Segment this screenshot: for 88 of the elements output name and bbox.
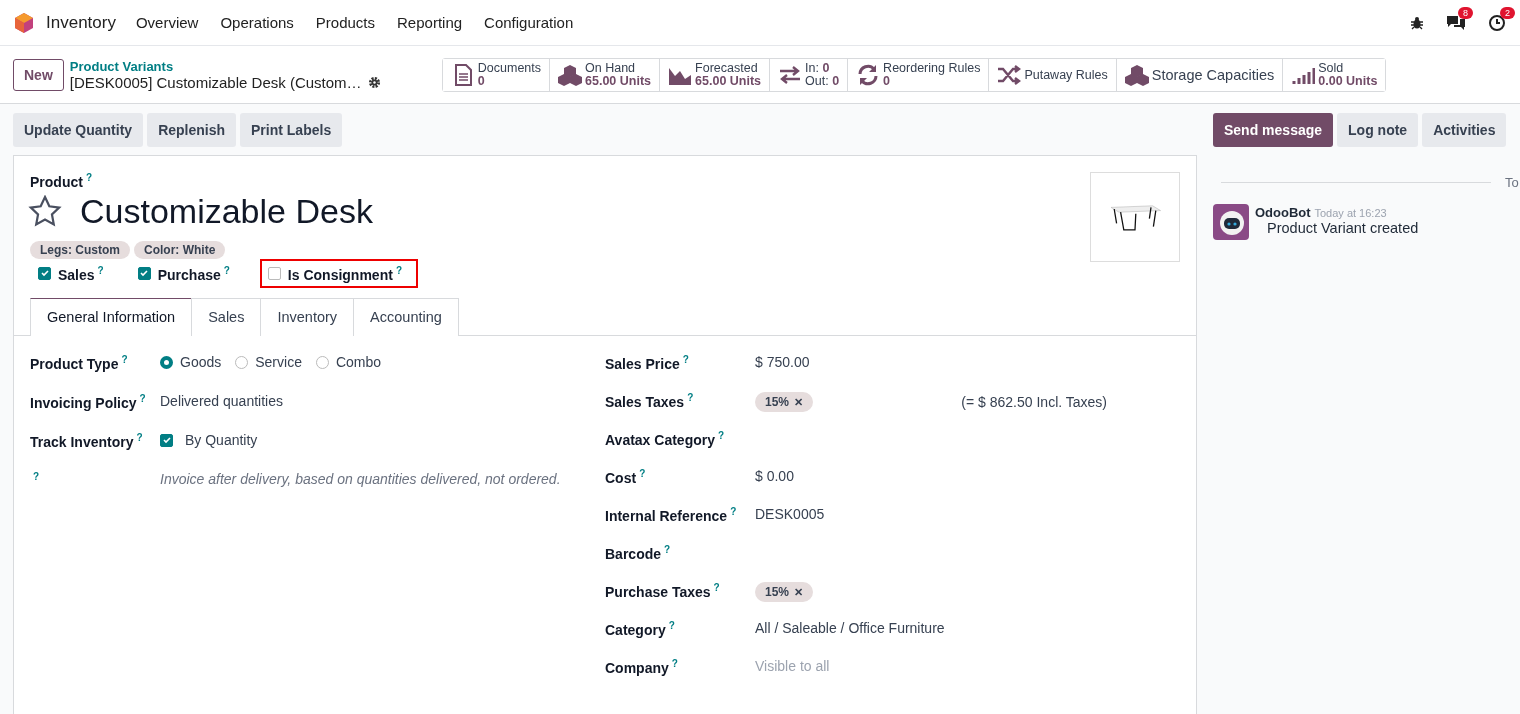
radio-option[interactable]: Combo: [315, 354, 382, 371]
field-value: Delivered quantities: [160, 393, 283, 410]
field-value: $ 750.00: [755, 354, 810, 371]
star-icon[interactable]: [28, 195, 62, 228]
stat-value: 0.00 Units: [1318, 74, 1378, 88]
menu-item[interactable]: Products: [315, 14, 376, 31]
attribute-tag: Legs: Custom: [30, 240, 130, 259]
field-value: All / Saleable / Office Furniture: [755, 620, 945, 637]
field-label: Cost $^{?}$: [605, 468, 647, 486]
checkbox[interactable]: [160, 433, 173, 447]
boxes-icon: [1124, 63, 1149, 86]
radio-option[interactable]: Service: [235, 354, 302, 371]
stat-value: 0: [883, 74, 891, 88]
stat-label: Out: 0: [805, 74, 840, 88]
app-name[interactable]: Inventory: [46, 12, 116, 33]
checkbox[interactable]: [267, 267, 281, 280]
field-label: Company $^{?}$: [605, 658, 679, 676]
stat-label: Documents: [477, 61, 542, 75]
stat-label: Forecasted: [695, 61, 759, 75]
message-author: OdooBot: [1255, 205, 1311, 220]
menu-item[interactable]: Reporting: [397, 14, 463, 31]
notification-badge: 2: [1500, 6, 1515, 19]
product-title: Customizable Desk: [80, 191, 373, 231]
clock-icon[interactable]: [1488, 13, 1506, 32]
field-label: Product $^{?}$: [30, 173, 92, 190]
action-button[interactable]: Print Labels: [240, 113, 343, 147]
field-label: Category $^{?}$: [605, 620, 676, 638]
field-label: Invoicing Policy $^{?}$: [30, 393, 147, 411]
stat-label: Reordering Rules: [883, 61, 981, 75]
robot-avatar-icon: [1213, 204, 1249, 240]
checkbox[interactable]: [137, 267, 151, 280]
new-button[interactable]: New: [13, 58, 64, 91]
field-label: Purchase Taxes $^{?}$: [605, 582, 721, 600]
form-tab[interactable]: Sales: [191, 298, 262, 337]
record-title: [DESK0005] Customizable Desk (Custom…: [69, 74, 362, 91]
menu-item[interactable]: Operations: [220, 14, 294, 31]
message-body: Product Variant created: [1267, 220, 1419, 236]
field-label: Track Inventory $^{?}$: [30, 432, 144, 450]
tax-tag: 15% ✕: [755, 392, 814, 413]
tax-note: (= $ 862.50 Incl. Taxes): [961, 394, 1108, 411]
checkbox-label: Is Consignment $^{?}$: [287, 264, 402, 283]
tax-tag: 15% ✕: [755, 582, 814, 603]
menu-item[interactable]: Overview: [135, 14, 199, 31]
help-mark[interactable]: ?: [33, 471, 40, 483]
checkbox-label: By Quantity: [185, 432, 258, 449]
help-text: Invoice after delivery, based on quantities delivered, not ordered.: [160, 471, 561, 488]
field-label: Product Type $^{?}$: [30, 354, 129, 372]
stat-value: 65.00 Units: [695, 74, 762, 88]
stat-value: 0: [477, 74, 486, 88]
field-label: Barcode $^{?}$: [605, 544, 672, 562]
checkbox-label: Purchase $^{?}$: [157, 264, 230, 283]
field-label: Avatax Category $^{?}$: [605, 430, 726, 448]
field-value: DESK0005: [755, 506, 825, 523]
radio-option[interactable]: Goods: [160, 354, 222, 371]
checkbox[interactable]: [38, 267, 51, 280]
chatter-button[interactable]: Log note: [1337, 113, 1419, 147]
field-label: Internal Reference $^{?}$: [605, 506, 738, 524]
action-button[interactable]: Update Quantity: [13, 113, 144, 147]
chatter-button[interactable]: Activities: [1422, 113, 1507, 147]
smart-button[interactable]: Documents 0: [442, 58, 551, 91]
field-value: $ 0.00: [755, 468, 794, 485]
form-tab[interactable]: Accounting: [353, 298, 459, 337]
form-tab[interactable]: Inventory: [260, 298, 355, 337]
action-button[interactable]: Replenish: [147, 113, 237, 147]
company-field[interactable]: Visible to all: [755, 658, 955, 675]
stat-label: On Hand: [585, 61, 637, 75]
remove-icon[interactable]: ✕: [794, 396, 804, 409]
form-tab[interactable]: General Information: [30, 298, 193, 337]
arrows-icon: [778, 63, 803, 86]
attribute-tag: Color: White: [134, 240, 226, 259]
bug-icon[interactable]: [1410, 15, 1424, 30]
checkbox-label: Sales $^{?}$: [58, 264, 104, 283]
message-time: Today at 16:23: [1314, 207, 1387, 219]
chatter-button[interactable]: Send message: [1213, 113, 1334, 147]
field-label: Sales Taxes $^{?}$: [605, 392, 695, 410]
shuffle-icon: [997, 63, 1022, 86]
field-label: Sales Price $^{?}$: [605, 354, 690, 372]
stat-label: Sold: [1318, 61, 1345, 75]
date-separator: To: [1505, 175, 1520, 190]
stat-label: In: 0: [805, 61, 831, 75]
breadcrumb-link[interactable]: Product Variants: [69, 59, 174, 74]
menu-item[interactable]: Configuration: [484, 14, 574, 31]
app-logo-icon[interactable]: [14, 11, 34, 34]
stat-value: 65.00 Units: [585, 74, 652, 88]
notification-badge: 8: [1458, 6, 1473, 19]
gear-icon[interactable]: [367, 76, 381, 89]
boxes-icon: [558, 63, 583, 86]
remove-icon[interactable]: ✕: [794, 586, 804, 599]
